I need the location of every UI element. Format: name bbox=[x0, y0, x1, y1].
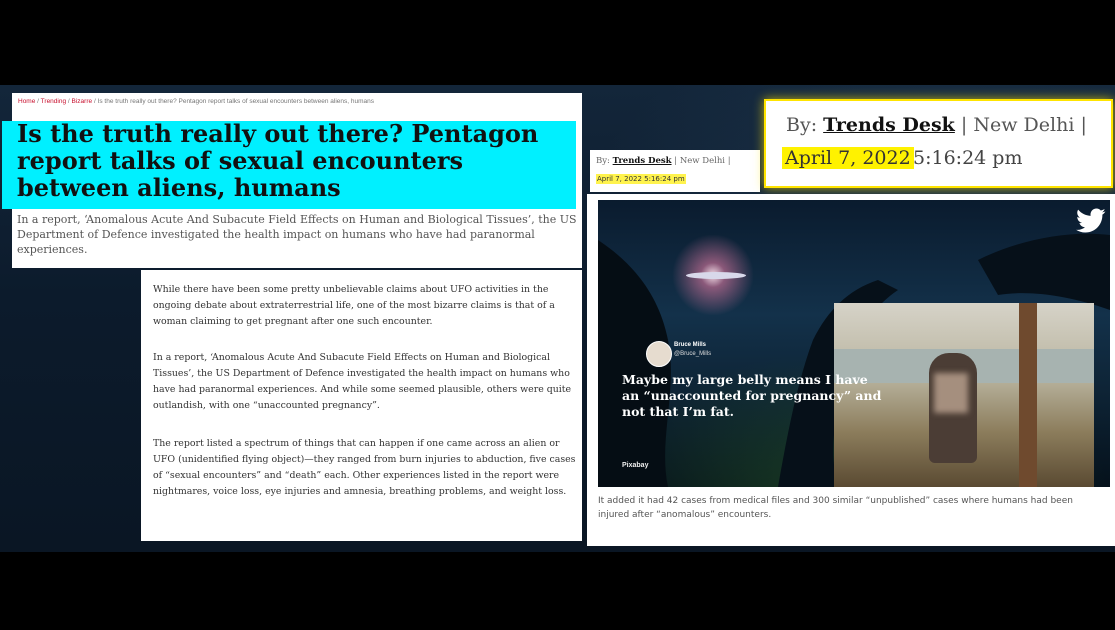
article-body-card: While there have been some pretty unbeli… bbox=[141, 270, 582, 541]
byline-large: By: Trends Desk | New Delhi | bbox=[786, 114, 1087, 136]
time-large: 5:16:24 pm bbox=[913, 147, 1023, 169]
article-image[interactable]: Bruce Mills @Bruce_Mills Maybe my large … bbox=[598, 200, 1110, 487]
breadcrumb-home[interactable]: Home bbox=[18, 98, 35, 105]
byline-callout: By: Trends Desk | New Delhi | April 7, 2… bbox=[766, 101, 1111, 186]
breadcrumb-trending[interactable]: Trending bbox=[41, 98, 66, 105]
image-caption: It added it had 42 cases from medical fi… bbox=[598, 496, 1073, 520]
date-highlight-small: April 7, 2022 5:16:24 pm bbox=[596, 174, 686, 184]
tweet-text: Maybe my large belly means I have an “un… bbox=[622, 372, 882, 419]
tweet-handle: @Bruce_Mills bbox=[674, 351, 712, 357]
image-credit: Pixabay bbox=[622, 462, 649, 469]
date-highlight-large: April 7, 2022 bbox=[782, 147, 914, 169]
breadcrumb: Home / Trending / Bizarre / Is the truth… bbox=[18, 98, 374, 105]
breadcrumb-bizarre[interactable]: Bizarre bbox=[72, 98, 93, 105]
article-paragraph-1: While there have been some pretty unbeli… bbox=[153, 284, 555, 327]
article-standfirst: In a report, ‘Anomalous Acute And Subacu… bbox=[17, 213, 577, 256]
letterbox-top bbox=[0, 0, 1115, 85]
byline-small: By: Trends Desk | New Delhi | bbox=[596, 156, 731, 166]
article-paragraph-2: In a report, ‘Anomalous Acute And Subacu… bbox=[153, 352, 572, 411]
byline-card: By: Trends Desk | New Delhi | April 7, 2… bbox=[590, 150, 760, 192]
twitter-bird-icon bbox=[1076, 208, 1106, 233]
author-link-large[interactable]: Trends Desk bbox=[823, 114, 955, 136]
tweet-name: Bruce Mills bbox=[674, 342, 707, 348]
author-link[interactable]: Trends Desk bbox=[613, 156, 672, 166]
breadcrumb-current: Is the truth really out there? Pentagon … bbox=[97, 98, 374, 105]
avatar bbox=[646, 341, 672, 367]
article-paragraph-3: The report listed a spectrum of things t… bbox=[153, 438, 576, 497]
page-title: Is the truth really out there? Pentagon … bbox=[17, 119, 539, 202]
letterbox-bottom bbox=[0, 552, 1115, 630]
